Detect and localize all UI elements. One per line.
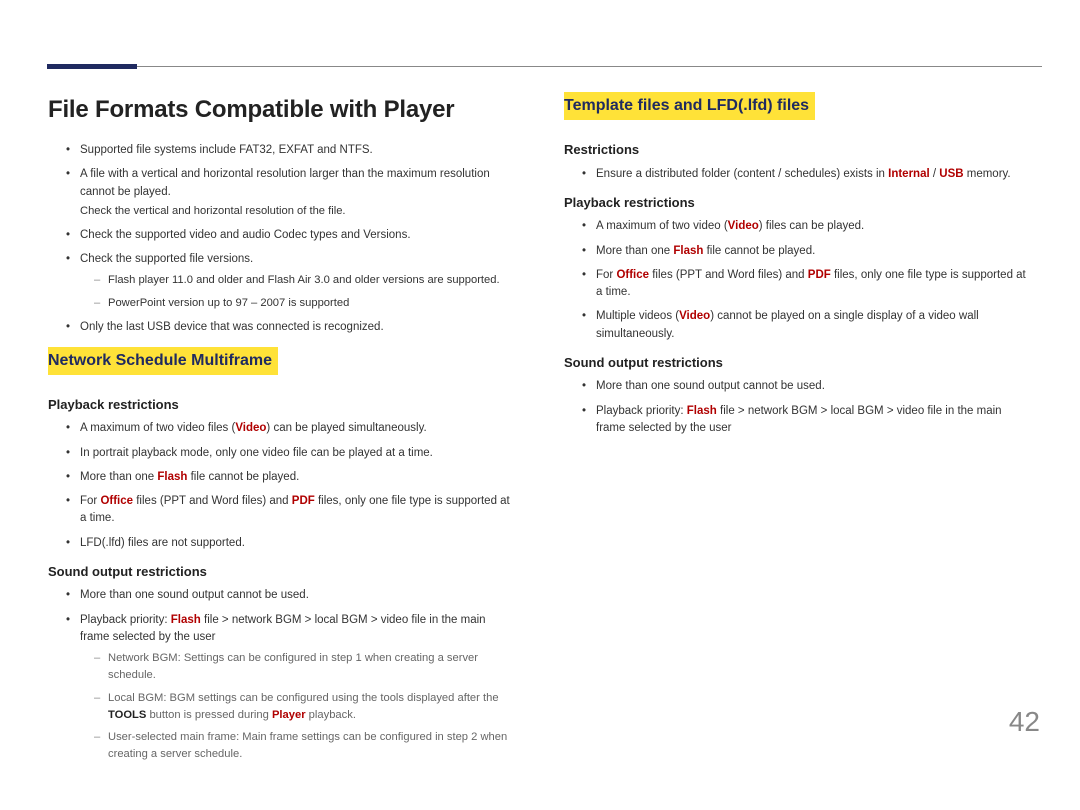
- text: Playback priority:: [596, 405, 687, 417]
- keyword-office: Office: [616, 269, 649, 281]
- text: /: [930, 168, 940, 180]
- sub-note: Check the vertical and horizontal resolu…: [80, 203, 516, 220]
- list-item: Check the supported video and audio Code…: [66, 227, 516, 244]
- sound-list: More than one sound output cannot be use…: [48, 587, 516, 763]
- page-title: File Formats Compatible with Player: [48, 92, 516, 128]
- keyword-office: Office: [100, 495, 133, 507]
- text: More than one: [596, 245, 673, 257]
- list-item: Playback priority: Flash file > network …: [582, 403, 1032, 438]
- text: Check the supported file versions.: [80, 253, 253, 265]
- text: Multiple videos (: [596, 310, 679, 322]
- list-item: Check the supported file versions. Flash…: [66, 251, 516, 312]
- list-item: More than one Flash file cannot be playe…: [582, 243, 1032, 260]
- keyword-video: Video: [728, 220, 759, 232]
- keyword-pdf: PDF: [292, 495, 315, 507]
- keyword-tools: TOOLS: [108, 709, 146, 721]
- text: A maximum of two video files (: [80, 422, 235, 434]
- text: files (PPT and Word files) and: [133, 495, 292, 507]
- section-heading-template: Template files and LFD(.lfd) files: [564, 92, 815, 120]
- text: files (PPT and Word files) and: [649, 269, 808, 281]
- text: A maximum of two video (: [596, 220, 728, 232]
- list-item: In portrait playback mode, only one vide…: [66, 445, 516, 462]
- list-item: Multiple videos (Video) cannot be played…: [582, 308, 1032, 343]
- right-column: Template files and LFD(.lfd) files Restr…: [564, 92, 1032, 770]
- list-item: A maximum of two video files (Video) can…: [66, 420, 516, 437]
- keyword-flash: Flash: [687, 405, 717, 417]
- restrictions-list: Ensure a distributed folder (content / s…: [564, 166, 1032, 183]
- list-item: Only the last USB device that was connec…: [66, 319, 516, 336]
- page-number: 42: [1009, 701, 1040, 743]
- text: For: [80, 495, 100, 507]
- list-item: Ensure a distributed folder (content / s…: [582, 166, 1032, 183]
- text: button is pressed during: [146, 709, 272, 721]
- text: For: [596, 269, 616, 281]
- text: file cannot be played.: [703, 245, 815, 257]
- list-item: PowerPoint version up to 97 – 2007 is su…: [94, 295, 516, 312]
- text: file cannot be played.: [187, 471, 299, 483]
- keyword-pdf: PDF: [808, 269, 831, 281]
- keyword-flash: Flash: [157, 471, 187, 483]
- list-item: Playback priority: Flash file > network …: [66, 612, 516, 763]
- list-item: Supported file systems include FAT32, EX…: [66, 142, 516, 159]
- list-item: User-selected main frame: Main frame set…: [94, 729, 516, 763]
- list-item: More than one sound output cannot be use…: [66, 587, 516, 604]
- keyword-video: Video: [235, 422, 266, 434]
- sound-list: More than one sound output cannot be use…: [564, 378, 1032, 437]
- playback-list: A maximum of two video files (Video) can…: [48, 420, 516, 552]
- intro-list: Supported file systems include FAT32, EX…: [48, 142, 516, 336]
- keyword-player: Player: [272, 709, 306, 721]
- keyword-flash: Flash: [673, 245, 703, 257]
- list-item: A file with a vertical and horizontal re…: [66, 166, 516, 219]
- list-item: LFD(.lfd) files are not supported.: [66, 535, 516, 552]
- list-item: A maximum of two video (Video) files can…: [582, 218, 1032, 235]
- list-item: More than one sound output cannot be use…: [582, 378, 1032, 395]
- keyword-flash: Flash: [171, 614, 201, 626]
- list-item: More than one Flash file cannot be playe…: [66, 469, 516, 486]
- list-item: Local BGM: BGM settings can be configure…: [94, 690, 516, 724]
- subsection-heading: Sound output restrictions: [564, 353, 1032, 373]
- section-heading-network: Network Schedule Multiframe: [48, 347, 278, 375]
- keyword-video: Video: [679, 310, 710, 322]
- keyword-internal: Internal: [888, 168, 930, 180]
- playback-list: A maximum of two video (Video) files can…: [564, 218, 1032, 343]
- sub-list: Flash player 11.0 and older and Flash Ai…: [80, 272, 516, 312]
- text: memory.: [964, 168, 1011, 180]
- text: ) files can be played.: [759, 220, 864, 232]
- sub-list: Network BGM: Settings can be configured …: [80, 650, 516, 763]
- text: More than one: [80, 471, 157, 483]
- text: Playback priority:: [80, 614, 171, 626]
- header-rule: [47, 66, 1042, 67]
- subsection-heading: Sound output restrictions: [48, 562, 516, 582]
- text: A file with a vertical and horizontal re…: [80, 168, 490, 197]
- subsection-heading: Playback restrictions: [564, 193, 1032, 213]
- keyword-usb: USB: [939, 168, 963, 180]
- subsection-heading: Playback restrictions: [48, 395, 516, 415]
- list-item: Network BGM: Settings can be configured …: [94, 650, 516, 684]
- text: ) can be played simultaneously.: [266, 422, 426, 434]
- text: playback.: [306, 709, 356, 721]
- list-item: For Office files (PPT and Word files) an…: [66, 493, 516, 528]
- subsection-heading: Restrictions: [564, 140, 1032, 160]
- left-column: File Formats Compatible with Player Supp…: [48, 92, 516, 770]
- text: Ensure a distributed folder (content / s…: [596, 168, 888, 180]
- page-body: File Formats Compatible with Player Supp…: [0, 0, 1080, 810]
- list-item: Flash player 11.0 and older and Flash Ai…: [94, 272, 516, 289]
- text: Local BGM: BGM settings can be configure…: [108, 692, 499, 704]
- list-item: For Office files (PPT and Word files) an…: [582, 267, 1032, 302]
